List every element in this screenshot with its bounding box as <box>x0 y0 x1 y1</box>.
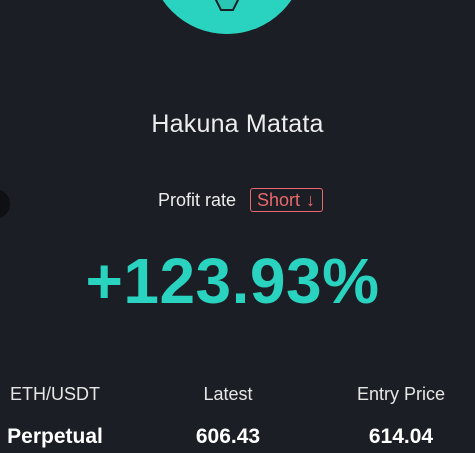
pair-label: ETH/USDT <box>10 384 100 404</box>
entry-price: 614.04 <box>368 425 434 448</box>
profit-rate-value: +123.93% <box>85 245 380 317</box>
profit-rate-row: Profit rate Short ↓ <box>0 188 475 212</box>
arrow-down-icon: ↓ <box>306 190 316 210</box>
position-side-label: Short <box>257 189 301 210</box>
entry-column: Entry Price 614.04 <box>348 384 454 449</box>
profit-rate-label: Profit rate <box>157 189 236 210</box>
contract-type: Perpetual <box>7 425 103 448</box>
entry-price-label: Entry Price <box>356 384 446 404</box>
position-side-badge: Short ↓ <box>250 188 324 212</box>
profile-name: Hakuna Matata <box>151 110 324 138</box>
mascot-icon <box>162 0 292 34</box>
latest-price: 606.43 <box>195 425 261 448</box>
avatar <box>149 0 305 34</box>
pair-column: ETH/USDT Perpetual <box>3 384 107 449</box>
latest-label: Latest <box>203 384 253 404</box>
latest-column: Latest 606.43 <box>177 384 279 449</box>
